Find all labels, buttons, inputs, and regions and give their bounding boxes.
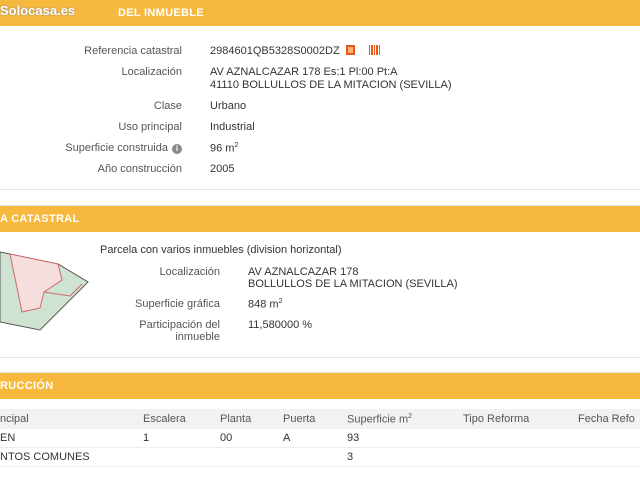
parcela-panel: A CATASTRAL Parcela con varios inmuebles…: [0, 205, 640, 358]
cell-escalera: 1: [143, 429, 220, 448]
cell-fecha-reforma: [578, 429, 640, 448]
cell-tipo-reforma: [463, 447, 578, 467]
barcode-icon[interactable]: [368, 45, 380, 55]
value-referencia: 2984601QB5328S0002DZ: [210, 45, 380, 57]
watermark-logo: Solocasa.es: [0, 3, 76, 18]
inmueble-header: DEL INMUEBLE: [0, 0, 640, 26]
label-participacion: Participación del: [139, 319, 220, 331]
superficie-grafica-value: 848 m: [248, 298, 279, 311]
cell-puerta: A: [283, 429, 347, 448]
label-superficie-construida: Superficie construida i: [65, 142, 182, 154]
table-header-row: ncipal Escalera Planta Puerta Superficie…: [0, 409, 640, 429]
cell-puerta: [283, 447, 347, 467]
cell-planta: 00: [220, 429, 283, 448]
superficie-construida-text: Superficie construida: [65, 142, 168, 154]
table-row: NTOS COMUNES 3: [0, 447, 640, 467]
cell-uso: NTOS COMUNES: [0, 447, 143, 467]
inmueble-panel: DEL INMUEBLE Solocasa.es Referencia cata…: [0, 0, 640, 190]
label-anio: Año construcción: [97, 163, 182, 175]
parcela-header-title: A CATASTRAL: [0, 213, 80, 225]
referencia-text[interactable]: 2984601QB5328S0002DZ: [210, 45, 340, 57]
col-superficie-sup: 2: [408, 412, 413, 420]
col-tipo-reforma: Tipo Reforma: [463, 409, 578, 429]
value-superficie-grafica: 848 m2: [248, 298, 282, 311]
value-localizacion-2: 41110 BOLLULLOS DE LA MITACION (SEVILLA): [210, 79, 452, 91]
construccion-panel: RUCCIÓN ncipal Escalera Planta Puerta Su…: [0, 372, 640, 480]
superficie-construida-value: 96 m: [210, 142, 235, 155]
value-participacion: 11,580000 %: [248, 319, 313, 331]
info-icon[interactable]: i: [172, 144, 182, 154]
construccion-header: RUCCIÓN: [0, 373, 640, 399]
parcela-subtitle: Parcela con varios inmuebles (division h…: [100, 244, 342, 256]
construccion-table: ncipal Escalera Planta Puerta Superficie…: [0, 409, 640, 467]
label-superficie-grafica: Superficie gráfica: [135, 298, 220, 310]
label-uso: Uso principal: [118, 121, 182, 133]
cell-escalera: [143, 447, 220, 467]
value-parcela-localizacion-2: BOLLULLOS DE LA MITACION (SEVILLA): [248, 278, 458, 290]
col-uso: ncipal: [0, 409, 143, 429]
col-fecha-reforma: Fecha Refo: [578, 409, 640, 429]
label-parcela-localizacion: Localización: [159, 266, 220, 278]
col-superficie-label: Superficie m: [347, 413, 409, 426]
value-superficie-construida: 96 m2: [210, 142, 238, 155]
superficie-grafica-sup: 2: [278, 298, 283, 305]
label-clase: Clase: [153, 100, 182, 112]
cell-superficie: 93: [347, 429, 463, 448]
value-uso: Industrial: [210, 121, 255, 133]
construccion-header-title: RUCCIÓN: [0, 380, 54, 392]
copy-icon[interactable]: [345, 45, 355, 55]
label-participacion-2: inmueble: [175, 331, 220, 343]
cell-uso: EN: [0, 429, 143, 448]
value-localizacion-1: AV AZNALCAZAR 178 Es:1 Pl:00 Pt:A: [210, 66, 398, 78]
value-anio: 2005: [210, 163, 235, 175]
col-planta: Planta: [220, 409, 283, 429]
cell-superficie: 3: [347, 447, 463, 467]
col-puerta: Puerta: [283, 409, 347, 429]
table-row: EN 1 00 A 93: [0, 429, 640, 448]
parcel-map[interactable]: [0, 242, 90, 332]
col-escalera: Escalera: [143, 409, 220, 429]
cell-planta: [220, 447, 283, 467]
label-localizacion: Localización: [121, 66, 182, 78]
inmueble-header-title: DEL INMUEBLE: [118, 7, 204, 19]
label-referencia: Referencia catastral: [84, 45, 182, 57]
value-clase: Urbano: [210, 100, 247, 112]
cell-fecha-reforma: [578, 447, 640, 467]
superficie-construida-sup: 2: [234, 142, 239, 149]
col-superficie: Superficie m2: [347, 409, 463, 429]
parcela-header: A CATASTRAL: [0, 206, 640, 232]
value-parcela-localizacion-1: AV AZNALCAZAR 178: [248, 266, 359, 278]
cell-tipo-reforma: [463, 429, 578, 448]
